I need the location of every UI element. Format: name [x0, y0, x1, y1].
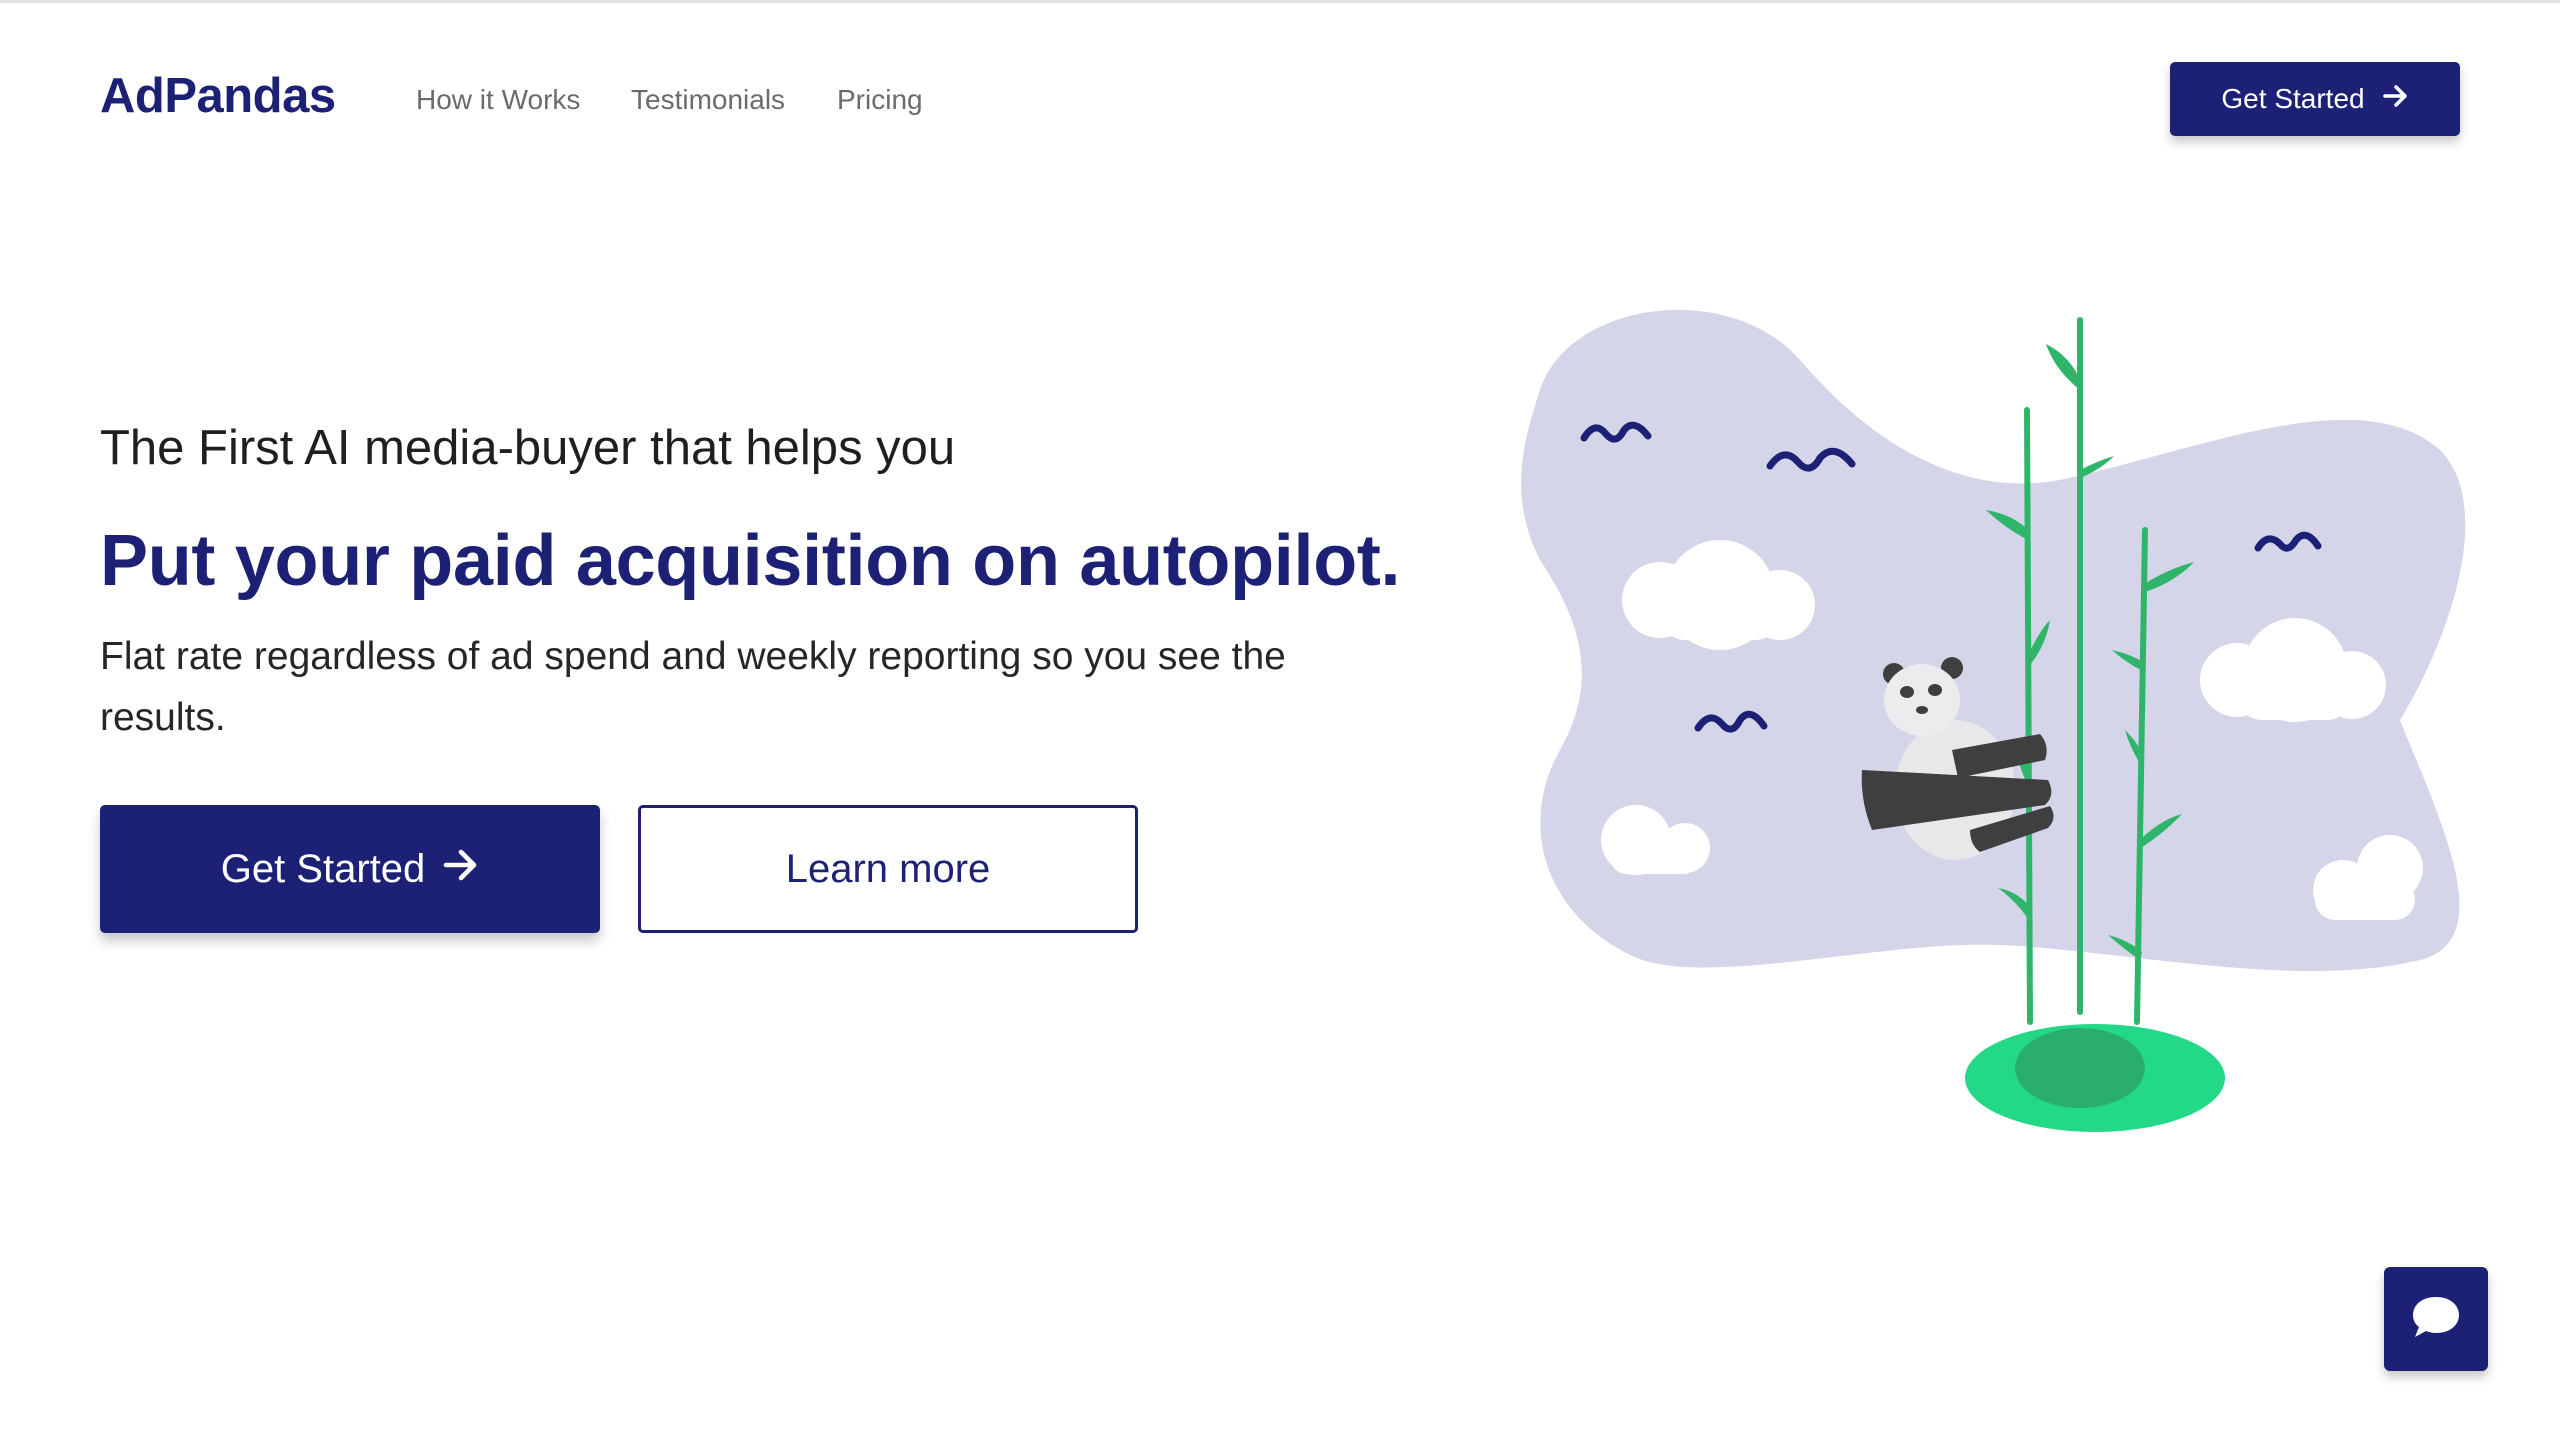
chat-widget-button[interactable]	[2384, 1267, 2488, 1371]
hero-get-started-label: Get Started	[220, 846, 426, 891]
top-navigation: AdPandas How it Works Testimonials Prici…	[0, 0, 2560, 200]
arrow-right-icon	[2382, 83, 2409, 115]
learn-more-label: Learn more	[785, 846, 991, 891]
bamboo-stalk-1	[2024, 407, 2033, 1025]
nav-link-how-it-works[interactable]: How it Works	[416, 84, 580, 116]
hero-get-started-button[interactable]: Get Started	[100, 805, 600, 933]
panda-illustration	[1500, 300, 2480, 1140]
nav-get-started-button[interactable]: Get Started	[2170, 62, 2460, 136]
nav-get-started-label: Get Started	[2221, 83, 2365, 114]
learn-more-button[interactable]: Learn more	[638, 805, 1138, 933]
grass-shadow	[2015, 1028, 2145, 1108]
arrow-right-icon	[443, 847, 479, 892]
hero-subheadline: Flat rate regardless of ad spend and wee…	[100, 635, 1286, 739]
hero-eyebrow: The First AI media-buyer that helps you	[100, 421, 956, 475]
brand-logo[interactable]: AdPandas	[100, 68, 336, 124]
nav-link-testimonials[interactable]: Testimonials	[631, 84, 785, 116]
nav-link-pricing[interactable]: Pricing	[837, 84, 923, 116]
chat-bubble-icon	[2410, 1294, 2462, 1345]
hero-headline: Put your paid acquisition on autopilot.	[100, 521, 1401, 601]
